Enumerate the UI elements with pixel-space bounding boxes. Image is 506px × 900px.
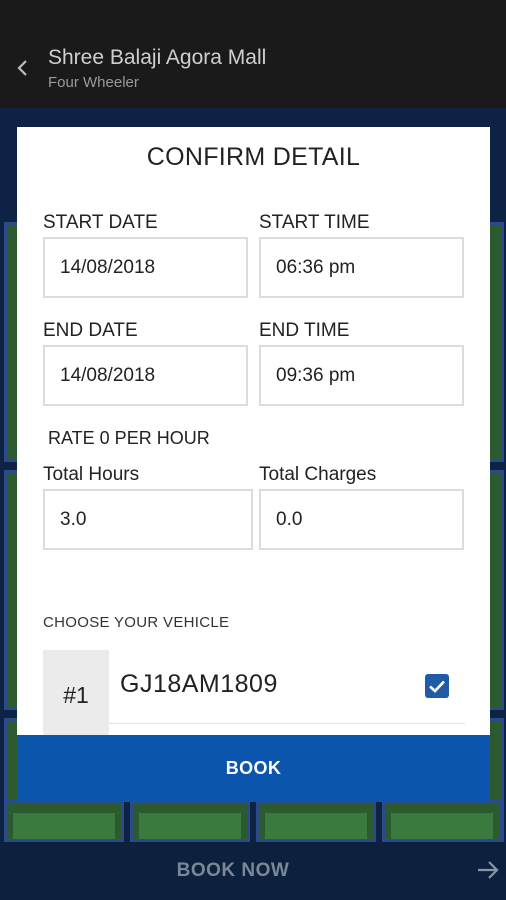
start-time-label: START TIME: [259, 212, 370, 233]
parking-slot[interactable]: [256, 800, 376, 842]
book-now-button[interactable]: BOOK NOW: [0, 860, 466, 882]
confirm-detail-dialog: CONFIRM DETAIL START DATE START TIME 14/…: [17, 127, 490, 802]
arrow-right-icon[interactable]: [474, 856, 502, 884]
total-hours-label: Total Hours: [43, 464, 140, 485]
total-hours-field: 3.0: [43, 489, 253, 550]
end-date-field[interactable]: 14/08/2018: [43, 345, 248, 406]
vehicle-type-subtitle: Four Wheeler: [48, 74, 139, 91]
vehicle-select-checkbox[interactable]: [425, 674, 449, 698]
start-date-label: START DATE: [43, 212, 158, 233]
parking-slot[interactable]: [382, 800, 502, 842]
checkmark-icon: [429, 680, 445, 693]
rate-per-hour-text: RATE 0 PER HOUR: [48, 428, 210, 448]
back-arrow-icon[interactable]: [12, 54, 34, 82]
book-button[interactable]: BOOK: [17, 735, 490, 802]
end-date-label: END DATE: [43, 320, 138, 341]
choose-vehicle-label: CHOOSE YOUR VEHICLE: [43, 614, 230, 631]
vehicle-row-divider: [109, 723, 465, 724]
parking-slot[interactable]: [4, 800, 124, 842]
dialog-title: CONFIRM DETAIL: [146, 143, 361, 171]
total-charges-label: Total Charges: [259, 464, 377, 485]
mall-name-title: Shree Balaji Agora Mall: [48, 46, 267, 69]
vehicle-index-badge: #1: [43, 650, 109, 740]
total-charges-field: 0.0: [259, 489, 464, 550]
app-bar: Shree Balaji Agora Mall Four Wheeler: [0, 0, 506, 108]
start-time-field[interactable]: 06:36 pm: [259, 237, 464, 298]
parking-slot[interactable]: [130, 800, 250, 842]
end-time-field[interactable]: 09:36 pm: [259, 345, 464, 406]
vehicle-plate-number[interactable]: GJ18AM1809: [120, 670, 278, 699]
end-time-label: END TIME: [259, 320, 350, 341]
start-date-field[interactable]: 14/08/2018: [43, 237, 248, 298]
